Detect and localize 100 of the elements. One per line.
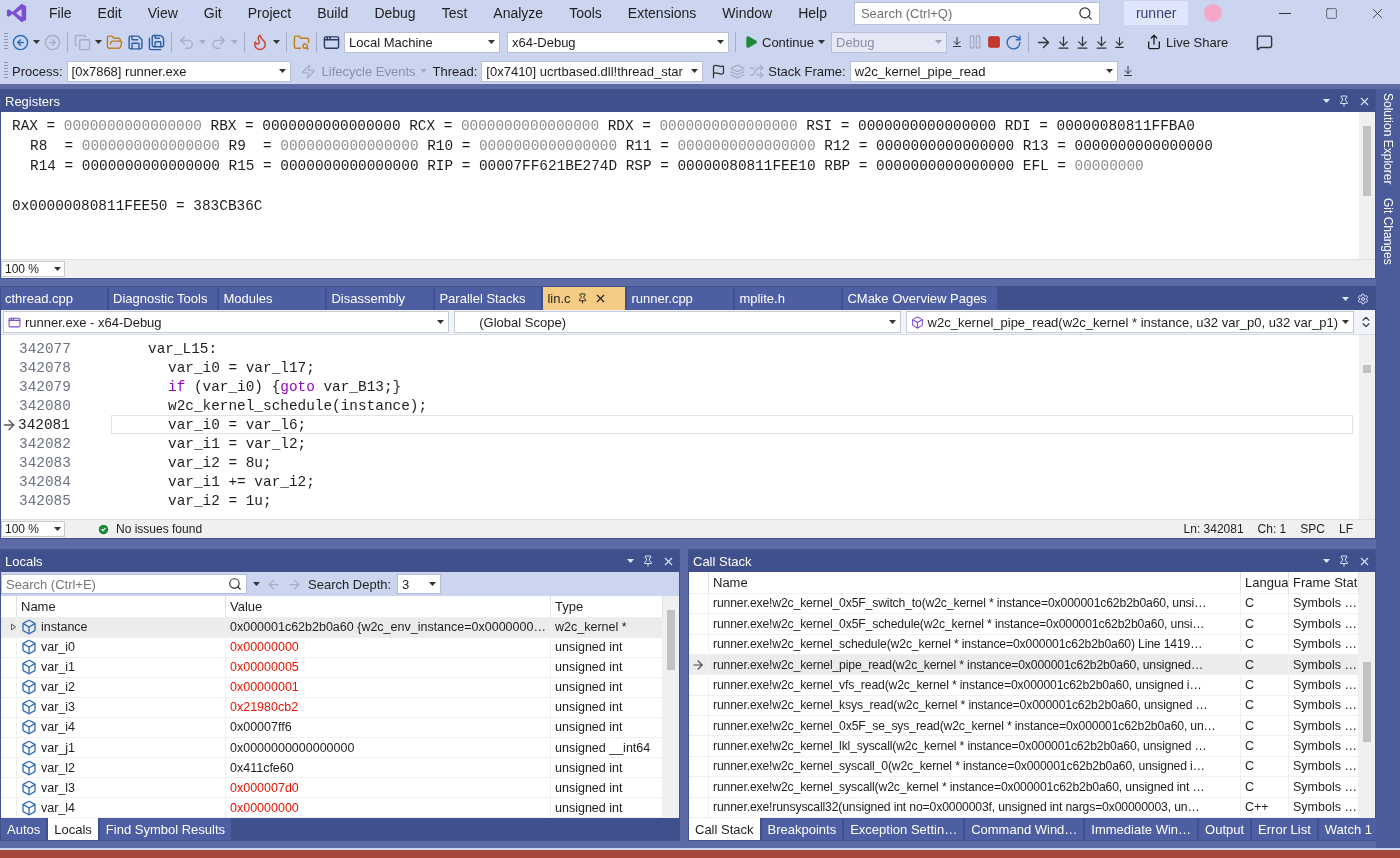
menu-item[interactable]: Build xyxy=(304,5,362,21)
call-stack-row[interactable]: runner.exe!w2c_kernel_0x5F_schedule(w2c_kernel * instance=0x000001c62b2b0a60, unsi… C Symbols … xyxy=(689,614,1359,635)
column-header[interactable]: Name xyxy=(709,572,1241,593)
column-header[interactable]: Langua xyxy=(1241,572,1289,593)
panel-tab[interactable]: Locals xyxy=(48,818,98,840)
locals-row[interactable]: var_l4 0x00000000 unsigned int xyxy=(1,798,663,818)
search-field[interactable]: Search (Ctrl+E) xyxy=(1,574,247,594)
continue-button[interactable]: Continue xyxy=(742,34,828,50)
pin-icon[interactable] xyxy=(576,293,588,304)
menu-item[interactable]: Analyze xyxy=(480,5,557,21)
document-tab[interactable]: Modules xyxy=(219,287,326,310)
menu-item[interactable]: Edit xyxy=(84,5,135,21)
locals-row[interactable]: var_j1 0x0000000000000000 unsigned __int64 xyxy=(1,738,663,758)
column-header[interactable]: Name xyxy=(17,596,226,617)
panel-tab[interactable]: Output xyxy=(1199,818,1251,840)
menu-item[interactable]: Project xyxy=(234,5,305,21)
locals-row[interactable]: var_i3 0x21980cb2 unsigned int xyxy=(1,697,663,718)
call-stack-row[interactable]: runner.exe!w2c_kernel_vfs_read(w2c_kernel * instance=0x000001c62b2b0a60, unsigned i… C Symbols … xyxy=(689,675,1359,696)
locals-row[interactable]: var_l3 0x000007d0 unsigned int xyxy=(1,778,663,799)
thread-select[interactable]: [0x7410] ucrtbased.dll!thread_star xyxy=(481,60,704,82)
panel-tab[interactable]: Call Stack xyxy=(689,818,760,840)
menu-item[interactable]: Window xyxy=(709,5,786,21)
process-select[interactable]: [0x7868] runner.exe xyxy=(66,60,291,82)
settings-icon[interactable] xyxy=(1357,292,1369,305)
stop-icon[interactable] xyxy=(987,35,1002,49)
panel-tab[interactable]: Breakpoints xyxy=(761,818,843,840)
stack-frame-select[interactable]: w2c_kernel_pipe_read xyxy=(849,60,1118,82)
menu-item[interactable]: Help xyxy=(785,5,840,21)
menu-item[interactable]: Debug xyxy=(361,5,429,21)
whitespace-mode[interactable]: SPC xyxy=(1300,522,1325,536)
zoom-select[interactable]: 100 % xyxy=(1,521,65,537)
call-stack-row[interactable]: runner.exe!runsyscall32(unsigned int no=0x0000003f, unsigned int nargs=0x00000003, un… C++ Symbols … xyxy=(689,797,1359,818)
document-tab[interactable]: mplite.h xyxy=(735,287,842,310)
locals-row[interactable]: var_i0 0x00000000 unsigned int xyxy=(1,637,663,658)
vertical-scrollbar[interactable] xyxy=(1359,112,1375,259)
vertical-scrollbar[interactable] xyxy=(1359,572,1375,818)
menu-item[interactable]: File xyxy=(36,5,85,21)
call-stack-row[interactable]: runner.exe!w2c_kernel_0x5F_switch_to(w2c_kernel * instance=0x000001c62b2b0a60, unsi… C Symbols … xyxy=(689,593,1359,615)
document-tab[interactable]: lin.c xyxy=(543,287,626,310)
target-select[interactable]: Local Machine xyxy=(344,31,500,53)
document-tab[interactable]: runner.cpp xyxy=(627,287,734,310)
menu-item[interactable]: View xyxy=(134,5,191,21)
menu-item[interactable]: Extensions xyxy=(614,5,710,21)
pin-icon[interactable] xyxy=(642,555,654,567)
folder-search-icon[interactable] xyxy=(293,33,310,51)
window-icon[interactable] xyxy=(323,33,340,51)
panel-tab[interactable]: Watch 1 xyxy=(1318,818,1378,840)
flame-icon[interactable] xyxy=(251,33,269,51)
document-tab[interactable]: Parallel Stacks xyxy=(435,287,542,310)
call-stack-row[interactable]: runner.exe!w2c_kernel_ksys_read(w2c_kernel * instance=0x000001c62b2b0a60, unsigned … C Symbols … xyxy=(689,695,1359,717)
save-all-icon[interactable] xyxy=(148,33,165,51)
flag-icon[interactable] xyxy=(711,63,727,79)
zoom-select[interactable]: 100 % xyxy=(1,261,65,277)
panel-tab[interactable]: Error List xyxy=(1252,818,1317,840)
call-stack-row[interactable]: runner.exe!w2c_kernel_0x5F_se_sys_read(w2c_kernel * instance=0x000001c62b2b0a60, un… C Symbols … xyxy=(689,716,1359,737)
call-stack-row[interactable]: runner.exe!w2c_kernel_syscall_0(w2c_kernel * instance=0x000001c62b2b0a60, unsigned i… C Symbols … xyxy=(689,756,1359,778)
document-tab[interactable]: CMake Overview Pages xyxy=(843,287,997,310)
call-stack-row[interactable]: runner.exe!w2c_kernel_pipe_read(w2c_kernel * instance=0x000001c62b2b0a60, unsigned… C Symbols … xyxy=(689,654,1359,676)
feedback-icon[interactable] xyxy=(1256,33,1274,51)
panel-tab[interactable]: Command Wind… xyxy=(965,818,1084,840)
pin-icon[interactable] xyxy=(1338,95,1350,107)
live-share-button[interactable]: Live Share xyxy=(1144,34,1231,50)
side-tab[interactable]: Git Changes xyxy=(1381,198,1395,266)
call-stack-row[interactable]: runner.exe!w2c_kernel_lkl_syscall(w2c_kernel * instance=0x000001c62b2b0a60, unsigned … C Symbols … xyxy=(689,736,1359,757)
menu-item[interactable]: Tools xyxy=(556,5,615,21)
line-ending[interactable]: LF xyxy=(1339,522,1353,536)
locals-row[interactable]: var_i1 0x00000005 unsigned int xyxy=(1,657,663,678)
pin-icon[interactable] xyxy=(1338,555,1350,567)
save-icon[interactable] xyxy=(127,33,144,51)
side-tab[interactable]: Solution Explorer xyxy=(1381,93,1395,185)
call-stack-row[interactable]: runner.exe!w2c_kernel_syscall(w2c_kernel * instance=0x000001c62b2b0a60, unsigned int … C Symbols … xyxy=(689,777,1359,798)
expand-icon[interactable] xyxy=(11,623,16,632)
menu-item[interactable]: Git xyxy=(190,5,235,21)
depth-select[interactable]: 3 xyxy=(397,574,442,594)
panel-tab[interactable]: Exception Settin… xyxy=(844,818,964,840)
panel-tab[interactable]: Immediate Win… xyxy=(1085,818,1198,840)
document-tab[interactable]: Disassembly xyxy=(327,287,434,310)
locals-row[interactable]: instance 0x000001c62b2b0a60 {w2c_env_instance=0x0000000… w2c_kernel * xyxy=(1,617,663,638)
locals-row[interactable]: var_i4 0x00007ff6 unsigned int xyxy=(1,718,663,738)
menu-item[interactable]: Test xyxy=(428,5,481,21)
restart-icon[interactable] xyxy=(1005,33,1023,51)
document-tab[interactable]: Diagnostic Tools xyxy=(109,287,218,310)
vertical-scrollbar[interactable] xyxy=(1359,335,1375,519)
member-select[interactable]: w2c_kernel_pipe_read(w2c_kernel * instance, u32 var_p0, u32 var_p1) xyxy=(905,311,1354,333)
locals-row[interactable]: var_i2 0x00000001 unsigned int xyxy=(1,677,663,698)
search-field[interactable]: Search (Ctrl+Q) xyxy=(853,1,1100,25)
vertical-scrollbar[interactable] xyxy=(663,596,679,818)
project-icon xyxy=(8,315,21,329)
column-header[interactable]: Value xyxy=(226,596,551,617)
call-stack-row[interactable]: runner.exe!w2c_kernel_schedule(w2c_kernel * instance=0x000001c62b2b0a60) Line 1419… C Symbols … xyxy=(689,634,1359,655)
panel-tab[interactable]: Find Symbol Results xyxy=(99,818,232,840)
project-select[interactable]: runner.exe - x64-Debug xyxy=(3,311,450,333)
document-tab[interactable]: cthread.cpp xyxy=(1,287,107,310)
config-select[interactable]: x64-Debug xyxy=(507,31,729,53)
back-icon[interactable] xyxy=(12,33,29,51)
register-name: R13 = xyxy=(1022,137,1066,156)
open-folder-icon[interactable] xyxy=(106,33,123,51)
locals-row[interactable]: var_l2 0x411cfe60 unsigned int xyxy=(1,758,663,779)
panel-tab[interactable]: Autos xyxy=(1,818,47,840)
scope-select[interactable]: (Global Scope) xyxy=(454,311,901,333)
